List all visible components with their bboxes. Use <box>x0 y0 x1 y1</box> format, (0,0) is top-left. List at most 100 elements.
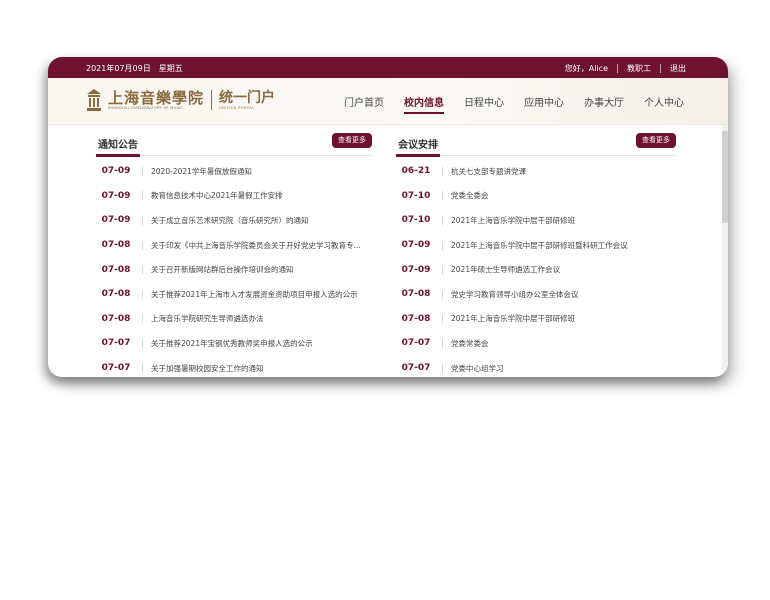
list-item[interactable]: 07-08 上海音乐学院研究生导师遴选办法 <box>96 307 372 332</box>
list-item[interactable]: 07-08 党史学习教育领导小组办公室全体会议 <box>396 282 676 307</box>
list-item[interactable]: 07-08 关于召开新版网站群后台操作培训会的通知 <box>96 257 372 282</box>
list-item[interactable]: 07-09 关于成立音乐艺术研究院（音乐研究所）的通知 <box>96 208 372 233</box>
item-date: 07-08 <box>101 289 131 300</box>
nav-home[interactable]: 门户首页 <box>344 94 384 109</box>
item-date: 07-09 <box>101 166 131 177</box>
item-date: 07-08 <box>401 289 431 300</box>
divider <box>442 363 443 373</box>
portal-window: 2021年07月09日 星期五 您好，Alice 教职工 退出 上海音樂學院 SH… <box>48 57 728 377</box>
nav-service-hall[interactable]: 办事大厅 <box>584 94 624 109</box>
title-underline <box>96 154 140 157</box>
item-title[interactable]: 关于召开新版网站群后台操作培训会的通知 <box>151 264 372 275</box>
list-item[interactable]: 07-10 党委全委会 <box>396 184 676 209</box>
divider <box>442 265 443 275</box>
meetings-more-button[interactable]: 查看更多 <box>636 133 676 148</box>
main-nav: 门户首页 校内信息 日程中心 应用中心 办事大厅 个人中心 <box>324 94 684 114</box>
item-date: 07-10 <box>401 190 431 201</box>
item-title[interactable]: 2021年上海音乐学院中层干部研修班 <box>451 215 676 226</box>
divider <box>442 338 443 348</box>
item-title[interactable]: 2020-2021学年暑假放假通知 <box>151 166 372 177</box>
notices-more-button[interactable]: 查看更多 <box>332 133 372 148</box>
item-date: 07-08 <box>101 264 131 275</box>
item-title[interactable]: 关于推荐2021年上海市人才发展资金资助项目申报人选的公示 <box>151 289 372 300</box>
list-item[interactable]: 07-08 关于印发《中共上海音乐学院委员会关于开好党史学习教育专... <box>96 233 372 258</box>
item-title[interactable]: 2021年上海音乐学院中层干部研修班 <box>451 313 676 324</box>
notices-panel: 通知公告 查看更多 07-09 2020-2021学年暑假放假通知 07-09 教育… <box>96 133 372 377</box>
list-item[interactable]: 07-09 2020-2021学年暑假放假通知 <box>96 159 372 184</box>
item-title[interactable]: 关于成立音乐艺术研究院（音乐研究所）的通知 <box>151 215 372 226</box>
nav-campus-info[interactable]: 校内信息 <box>404 94 444 114</box>
item-title[interactable]: 关于印发《中共上海音乐学院委员会关于开好党史学习教育专... <box>151 240 372 251</box>
list-item[interactable]: 07-09 2021年上海音乐学院中层干部研修班暨科研工作会议 <box>396 233 676 258</box>
logout-link[interactable]: 退出 <box>670 63 686 74</box>
item-title[interactable]: 上海音乐学院研究生导师遴选办法 <box>151 313 372 324</box>
list-item[interactable]: 07-07 关于加强暑期校园安全工作的通知 <box>96 356 372 377</box>
item-title[interactable]: 党委全委会 <box>451 190 676 201</box>
item-date: 07-09 <box>101 215 131 226</box>
item-title[interactable]: 党史学习教育领导小组办公室全体会议 <box>451 289 676 300</box>
item-date: 07-08 <box>401 313 431 324</box>
logo-wordmark: 上海音樂學院 SHANGHAI CONSERVATORY OF MUSIC <box>108 90 204 110</box>
item-date: 07-07 <box>101 363 131 374</box>
nav-schedule[interactable]: 日程中心 <box>464 94 504 109</box>
item-date: 06-21 <box>401 166 431 177</box>
divider <box>142 338 143 348</box>
item-title[interactable]: 关于推荐2021年宝钢优秀教师奖申报人选的公示 <box>151 338 372 349</box>
list-item[interactable]: 06-21 杭关七支部专题讲党课 <box>396 159 676 184</box>
panel-header: 通知公告 查看更多 <box>96 133 372 157</box>
divider <box>442 166 443 176</box>
list-item[interactable]: 07-07 关于推荐2021年宝钢优秀教师奖申报人选的公示 <box>96 331 372 356</box>
portal-cn: 统一门户 <box>219 90 276 106</box>
scroll-thumb[interactable] <box>722 131 728 223</box>
divider <box>142 314 143 324</box>
role-link[interactable]: 教职工 <box>627 63 651 74</box>
scrollbar[interactable] <box>722 125 728 376</box>
date-text: 2021年07月09日 <box>86 64 151 73</box>
portal-wordmark: 统一门户 UNIFIED PORTAL <box>219 90 275 110</box>
divider <box>142 265 143 275</box>
item-date: 07-07 <box>401 363 431 374</box>
item-title[interactable]: 关于加强暑期校园安全工作的通知 <box>151 363 372 374</box>
divider <box>142 215 143 225</box>
item-date: 07-07 <box>401 338 431 349</box>
list-item[interactable]: 07-09 教育信息技术中心2021年暑假工作安排 <box>96 184 372 209</box>
site-logo[interactable]: 上海音樂學院 SHANGHAI CONSERVATORY OF MUSIC 统一… <box>86 88 275 112</box>
list-item[interactable]: 07-07 党委常委会 <box>396 331 676 356</box>
divider <box>442 191 443 201</box>
item-title[interactable]: 教育信息技术中心2021年暑假工作安排 <box>151 190 372 201</box>
list-item[interactable]: 07-09 2021年硕士生导师遴选工作会议 <box>396 257 676 282</box>
item-title[interactable]: 党委中心组学习 <box>451 363 676 374</box>
list-item[interactable]: 07-08 关于推荐2021年上海市人才发展资金资助项目申报人选的公示 <box>96 282 372 307</box>
list-item[interactable]: 07-08 2021年上海音乐学院中层干部研修班 <box>396 307 676 332</box>
item-title[interactable]: 党委常委会 <box>451 338 676 349</box>
top-bar: 2021年07月09日 星期五 您好，Alice 教职工 退出 <box>48 57 728 78</box>
building-logo-icon <box>87 89 101 111</box>
current-date: 2021年07月09日 星期五 <box>86 63 183 74</box>
nav-personal[interactable]: 个人中心 <box>644 94 684 109</box>
divider <box>617 64 618 73</box>
item-date: 07-09 <box>401 240 431 251</box>
item-date: 07-09 <box>101 190 131 201</box>
meetings-panel: 会议安排 查看更多 06-21 杭关七支部专题讲党课 07-10 党委全委会 07-… <box>396 133 676 377</box>
title-underline <box>396 154 440 157</box>
item-title[interactable]: 杭关七支部专题讲党课 <box>451 166 676 177</box>
divider <box>442 240 443 250</box>
divider <box>142 363 143 373</box>
notices-list: 07-09 2020-2021学年暑假放假通知 07-09 教育信息技术中心2021… <box>96 159 372 377</box>
item-title[interactable]: 2021年上海音乐学院中层干部研修班暨科研工作会议 <box>451 240 676 251</box>
divider <box>660 64 661 73</box>
divider <box>442 289 443 299</box>
divider <box>442 314 443 324</box>
divider <box>142 191 143 201</box>
list-item[interactable]: 07-07 党委中心组学习 <box>396 356 676 377</box>
item-date: 07-10 <box>401 215 431 226</box>
divider <box>142 166 143 176</box>
item-date: 07-07 <box>101 338 131 349</box>
item-date: 07-08 <box>101 240 131 251</box>
list-item[interactable]: 07-10 2021年上海音乐学院中层干部研修班 <box>396 208 676 233</box>
item-title[interactable]: 2021年硕士生导师遴选工作会议 <box>451 264 676 275</box>
greeting-text: 您好，Alice <box>564 64 608 73</box>
nav-apps[interactable]: 应用中心 <box>524 94 564 109</box>
logo-divider <box>211 90 213 110</box>
panel-header: 会议安排 查看更多 <box>396 133 676 157</box>
